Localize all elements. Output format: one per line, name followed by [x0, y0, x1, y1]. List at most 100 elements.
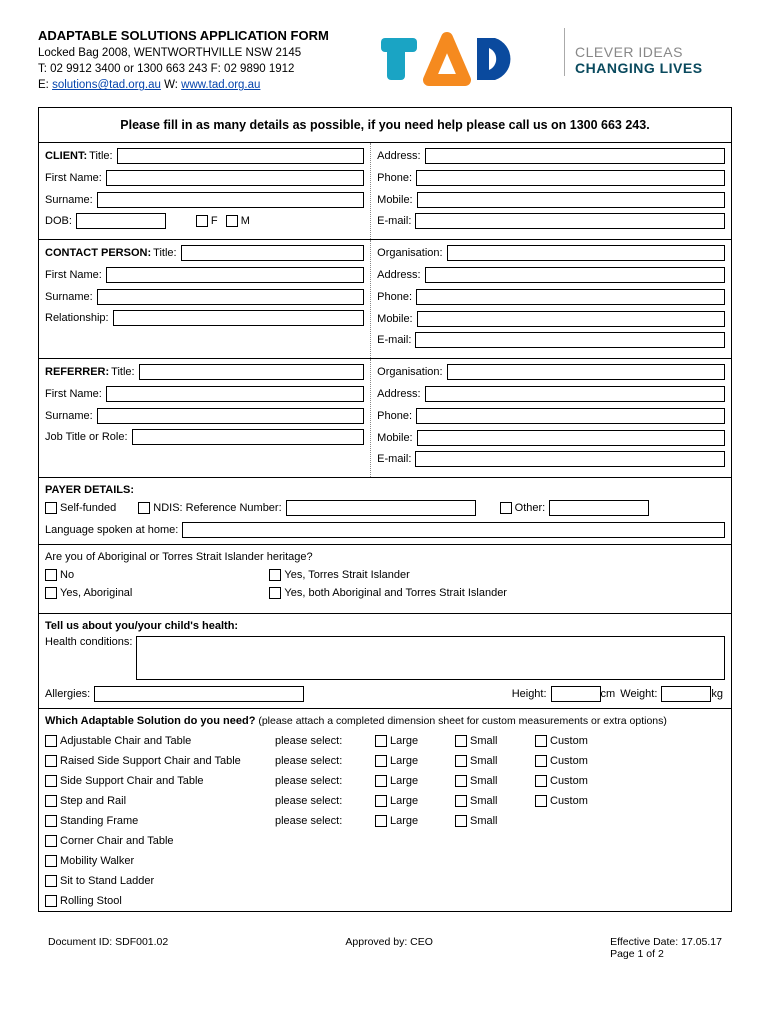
heritage-both-checkbox[interactable] [269, 587, 281, 599]
referrer-email-input[interactable] [415, 451, 725, 467]
referrer-address-input[interactable] [425, 386, 725, 402]
solution-name: Adjustable Chair and Table [60, 735, 191, 747]
heritage-tsi-checkbox[interactable] [269, 569, 281, 581]
email-prefix: E: [38, 79, 52, 91]
solution-name: Rolling Stool [60, 895, 122, 907]
solution-large-label: Large [390, 815, 418, 827]
solution-small-label: Small [470, 735, 498, 747]
health-conditions-input[interactable] [136, 636, 725, 680]
solutions-title-text: Which Adaptable Solution do you need? [45, 715, 255, 727]
solution-checkbox[interactable] [45, 875, 57, 887]
referrer-title-label: Title: [111, 366, 134, 378]
tad-logo [366, 28, 546, 90]
solution-checkbox[interactable] [45, 735, 57, 747]
org-web-link[interactable]: www.tad.org.au [181, 79, 260, 91]
contact-mobile-label: Mobile: [377, 313, 412, 325]
solution-row: Corner Chair and Table [39, 831, 731, 851]
referrer-firstname-input[interactable] [106, 386, 364, 402]
contact-label: CONTACT PERSON: [45, 247, 151, 259]
contact-org-label: Organisation: [377, 247, 442, 259]
client-dob-input[interactable] [76, 213, 166, 229]
solution-large-label: Large [390, 735, 418, 747]
client-surname-label: Surname: [45, 194, 93, 206]
heritage-no-checkbox[interactable] [45, 569, 57, 581]
solution-checkbox[interactable] [45, 835, 57, 847]
solution-small-checkbox[interactable] [455, 775, 467, 787]
client-surname-input[interactable] [97, 192, 364, 208]
client-section: CLIENT: Title: First Name: Surname: DOB:… [39, 143, 731, 240]
contact-firstname-input[interactable] [106, 267, 364, 283]
org-contact-line: E: solutions@tad.org.au W: www.tad.org.a… [38, 77, 348, 93]
referrer-section: REFERRER: Title: First Name: Surname: Jo… [39, 359, 731, 478]
client-sex-m-checkbox[interactable] [226, 215, 238, 227]
payer-self-checkbox[interactable] [45, 502, 57, 514]
referrer-mobile-label: Mobile: [377, 432, 412, 444]
referrer-address-label: Address: [377, 388, 420, 400]
contact-address-input[interactable] [425, 267, 725, 283]
contact-title-label: Title: [153, 247, 176, 259]
referrer-phone-input[interactable] [416, 408, 725, 424]
health-weight-input[interactable] [661, 686, 711, 702]
solution-row: Step and Railplease select:LargeSmallCus… [39, 791, 731, 811]
solution-large-checkbox[interactable] [375, 735, 387, 747]
solution-large-checkbox[interactable] [375, 755, 387, 767]
client-email-input[interactable] [415, 213, 725, 229]
solution-small-checkbox[interactable] [455, 755, 467, 767]
heritage-abo-checkbox[interactable] [45, 587, 57, 599]
solution-row: Raised Side Support Chair and Tablepleas… [39, 751, 731, 771]
please-select-label: please select: [275, 775, 375, 787]
referrer-mobile-input[interactable] [417, 430, 725, 446]
solution-large-checkbox[interactable] [375, 795, 387, 807]
contact-section: CONTACT PERSON: Title: First Name: Surna… [39, 240, 731, 359]
contact-surname-input[interactable] [97, 289, 364, 305]
solution-checkbox[interactable] [45, 895, 57, 907]
org-email-link[interactable]: solutions@tad.org.au [52, 79, 161, 91]
client-phone-input[interactable] [416, 170, 725, 186]
solution-name: Side Support Chair and Table [60, 775, 204, 787]
solution-custom-checkbox[interactable] [535, 775, 547, 787]
solution-checkbox[interactable] [45, 775, 57, 787]
solution-small-checkbox[interactable] [455, 815, 467, 827]
contact-phone-label: Phone: [377, 291, 412, 303]
client-title-input[interactable] [117, 148, 365, 164]
referrer-surname-input[interactable] [97, 408, 364, 424]
referrer-title-input[interactable] [139, 364, 365, 380]
solution-checkbox[interactable] [45, 855, 57, 867]
referrer-org-label: Organisation: [377, 366, 442, 378]
referrer-job-input[interactable] [132, 429, 365, 445]
solution-custom-checkbox[interactable] [535, 755, 547, 767]
solution-large-label: Large [390, 755, 418, 767]
client-address-input[interactable] [425, 148, 725, 164]
solution-custom-checkbox[interactable] [535, 735, 547, 747]
contact-title-input[interactable] [181, 245, 365, 261]
footer-page: Page 1 of 2 [610, 948, 722, 960]
solution-row: Rolling Stool [39, 891, 731, 911]
payer-other-input[interactable] [549, 500, 649, 516]
health-height-input[interactable] [551, 686, 601, 702]
payer-ndis-input[interactable] [286, 500, 476, 516]
solution-small-checkbox[interactable] [455, 735, 467, 747]
solution-checkbox[interactable] [45, 755, 57, 767]
contact-org-input[interactable] [447, 245, 725, 261]
solution-checkbox[interactable] [45, 795, 57, 807]
referrer-org-input[interactable] [447, 364, 725, 380]
heritage-section: Are you of Aboriginal or Torres Strait I… [39, 545, 731, 614]
client-mobile-input[interactable] [417, 192, 725, 208]
solution-large-checkbox[interactable] [375, 775, 387, 787]
client-firstname-label: First Name: [45, 172, 102, 184]
solution-large-checkbox[interactable] [375, 815, 387, 827]
contact-relationship-input[interactable] [113, 310, 365, 326]
health-allergies-input[interactable] [94, 686, 304, 702]
health-weight-unit: kg [711, 688, 723, 700]
solution-custom-checkbox[interactable] [535, 795, 547, 807]
client-sex-f-checkbox[interactable] [196, 215, 208, 227]
client-firstname-input[interactable] [106, 170, 364, 186]
payer-language-input[interactable] [182, 522, 725, 538]
payer-other-checkbox[interactable] [500, 502, 512, 514]
contact-email-input[interactable] [415, 332, 725, 348]
solution-small-checkbox[interactable] [455, 795, 467, 807]
solution-checkbox[interactable] [45, 815, 57, 827]
payer-ndis-checkbox[interactable] [138, 502, 150, 514]
contact-phone-input[interactable] [416, 289, 725, 305]
contact-mobile-input[interactable] [417, 311, 725, 327]
